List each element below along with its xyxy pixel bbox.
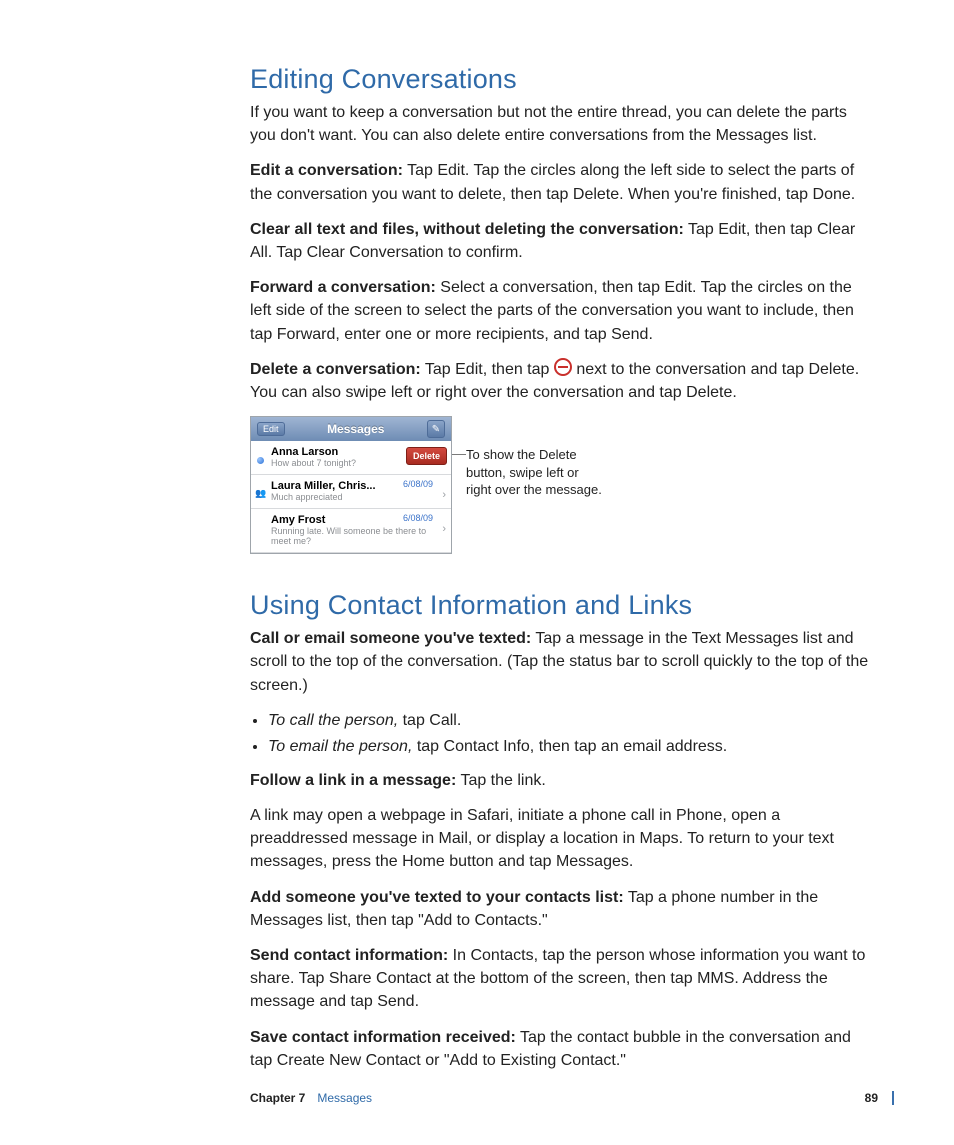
minus-circle-icon bbox=[554, 358, 572, 376]
bullet-list: To call the person, tap Call. To email t… bbox=[250, 709, 870, 759]
page-number: 89 bbox=[865, 1091, 878, 1105]
body-text: tap Contact Info, then tap an email addr… bbox=[412, 738, 727, 755]
run-in-label: Edit a conversation: bbox=[250, 162, 403, 179]
message-date: 6/08/09 bbox=[403, 479, 433, 489]
figure-callout: To show the Delete button, swipe left or… bbox=[466, 446, 606, 499]
body-text: tap Call. bbox=[398, 712, 461, 729]
chevron-right-icon: › bbox=[442, 489, 446, 501]
paragraph: Send contact information: In Contacts, t… bbox=[250, 944, 870, 1014]
chevron-right-icon: › bbox=[442, 523, 446, 535]
phone-mock: Edit Messages ✎ Anna Larson How about 7 … bbox=[250, 416, 452, 554]
italic-text: To call the person, bbox=[268, 712, 398, 729]
run-in-label: Delete a conversation: bbox=[250, 361, 421, 378]
paragraph: Edit a conversation: Tap Edit. Tap the c… bbox=[250, 159, 870, 205]
message-row[interactable]: 👥 Laura Miller, Chris... Much appreciate… bbox=[251, 475, 451, 509]
message-row[interactable]: Anna Larson How about 7 tonight? Delete bbox=[251, 441, 451, 475]
message-row[interactable]: Amy Frost Running late. Will someone be … bbox=[251, 509, 451, 554]
run-in-label: Save contact information received: bbox=[250, 1029, 516, 1046]
message-preview: Running late. Will someone be there to m… bbox=[271, 526, 445, 548]
paragraph: If you want to keep a conversation but n… bbox=[250, 101, 870, 147]
run-in-label: Add someone you've texted to your contac… bbox=[250, 889, 624, 906]
run-in-label: Send contact information: bbox=[250, 947, 448, 964]
paragraph: Save contact information received: Tap t… bbox=[250, 1026, 870, 1072]
run-in-label: Clear all text and files, without deleti… bbox=[250, 221, 684, 238]
paragraph: Call or email someone you've texted: Tap… bbox=[250, 627, 870, 697]
edit-button[interactable]: Edit bbox=[257, 422, 285, 436]
paragraph: Add someone you've texted to your contac… bbox=[250, 886, 870, 932]
italic-text: To email the person, bbox=[268, 738, 412, 755]
body-text: Tap the link. bbox=[456, 772, 546, 789]
run-in-label: Follow a link in a message: bbox=[250, 772, 456, 789]
phone-header: Edit Messages ✎ bbox=[251, 417, 451, 441]
figure-messages-delete: Edit Messages ✎ Anna Larson How about 7 … bbox=[250, 416, 870, 554]
compose-icon[interactable]: ✎ bbox=[427, 420, 445, 438]
heading-editing-conversations: Editing Conversations bbox=[250, 64, 870, 95]
unread-dot-icon bbox=[257, 457, 264, 464]
message-date: 6/08/09 bbox=[403, 513, 433, 523]
paragraph: Clear all text and files, without deleti… bbox=[250, 218, 870, 264]
phone-title: Messages bbox=[327, 422, 384, 436]
chapter-label: Chapter 7 bbox=[250, 1091, 305, 1105]
list-item: To call the person, tap Call. bbox=[268, 709, 870, 733]
run-in-label: Forward a conversation: bbox=[250, 279, 436, 296]
delete-button[interactable]: Delete bbox=[406, 447, 447, 465]
group-icon: 👥 bbox=[255, 488, 266, 499]
run-in-label: Call or email someone you've texted: bbox=[250, 630, 531, 647]
paragraph: Follow a link in a message: Tap the link… bbox=[250, 769, 870, 792]
paragraph: Delete a conversation: Tap Edit, then ta… bbox=[250, 358, 870, 404]
chapter-title: Messages bbox=[317, 1091, 372, 1105]
list-item: To email the person, tap Contact Info, t… bbox=[268, 735, 870, 759]
heading-contact-info-links: Using Contact Information and Links bbox=[250, 590, 870, 621]
page-footer: Chapter 7 Messages 89 bbox=[250, 1091, 894, 1105]
paragraph: A link may open a webpage in Safari, ini… bbox=[250, 804, 870, 874]
paragraph: Forward a conversation: Select a convers… bbox=[250, 276, 870, 346]
message-preview: Much appreciated bbox=[271, 492, 445, 503]
body-text: Tap Edit, then tap bbox=[421, 361, 554, 378]
